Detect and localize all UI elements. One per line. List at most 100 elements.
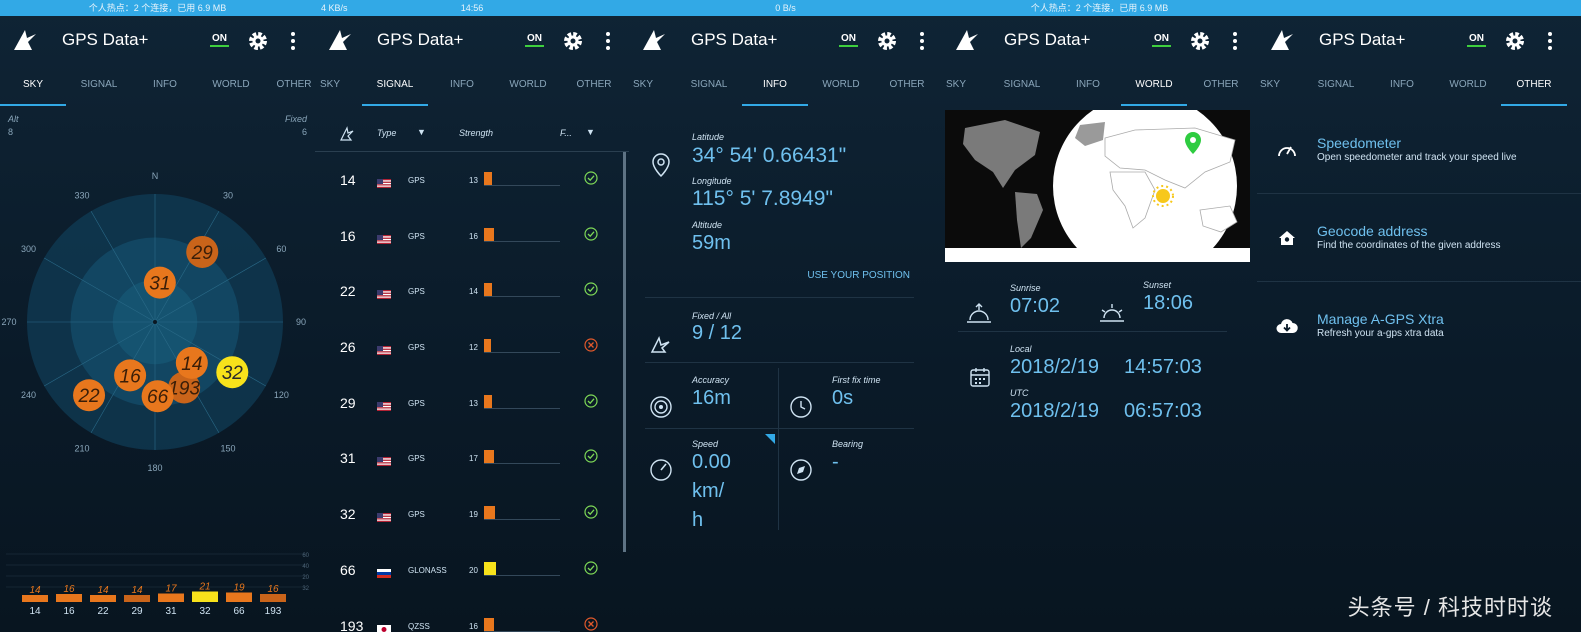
gps-on-toggle[interactable]: ON xyxy=(839,33,858,47)
tab-world[interactable]: WORLD xyxy=(808,64,874,106)
sat-flag xyxy=(377,231,391,249)
signal-row[interactable]: 193 QZSS 16 xyxy=(315,598,621,632)
local-label: Local xyxy=(1010,344,1032,354)
satellite-id: 31 xyxy=(149,274,170,295)
tab-info[interactable]: INFO xyxy=(132,64,198,106)
check-circle-icon xyxy=(584,171,598,185)
sun-icon xyxy=(1156,189,1170,203)
tab-other[interactable]: OTHER xyxy=(264,64,315,106)
sat-fix-status xyxy=(584,394,598,413)
sat-strength-track xyxy=(484,185,560,186)
altitude-label: Altitude xyxy=(692,220,723,230)
gps-on-toggle[interactable]: ON xyxy=(1152,33,1171,47)
overflow-menu-icon[interactable] xyxy=(288,30,298,52)
signal-bar xyxy=(158,593,184,602)
longitude-value: 115° 5' 7.8949" xyxy=(692,187,833,210)
info-panel: 0 B/s GPS Data+ ON SKY SIGNAL INFO WORLD… xyxy=(629,0,942,632)
gear-icon[interactable] xyxy=(1189,30,1211,52)
tab-signal[interactable]: SIGNAL xyxy=(66,64,132,106)
sunset-icon xyxy=(1100,304,1124,322)
tab-world[interactable]: WORLD xyxy=(1435,64,1501,106)
speedometer-item[interactable]: Speedometer Open speedometer and track y… xyxy=(1257,112,1581,194)
tab-bar: SKY SIGNAL INFO WORLD OTHER xyxy=(0,64,315,106)
tab-world[interactable]: WORLD xyxy=(495,64,561,106)
tab-signal[interactable]: SIGNAL xyxy=(676,64,742,106)
sat-id: 31 xyxy=(340,450,356,467)
tab-sky[interactable]: SKY xyxy=(1257,64,1303,106)
tab-world[interactable]: WORLD xyxy=(198,64,264,106)
use-your-position-button[interactable]: USE YOUR POSITION xyxy=(807,270,910,281)
strength-header[interactable]: Strength xyxy=(459,128,493,138)
type-header[interactable]: Type xyxy=(377,128,396,138)
tab-other[interactable]: OTHER xyxy=(1501,64,1567,106)
gear-icon[interactable] xyxy=(876,30,898,52)
overflow-menu-icon[interactable] xyxy=(1230,30,1240,52)
signal-row[interactable]: 29 GPS 13 xyxy=(315,375,621,431)
sat-id: 14 xyxy=(340,172,356,188)
signal-bar xyxy=(22,595,48,602)
sat-strength-value: 19 xyxy=(469,510,478,520)
sat-flag xyxy=(377,509,391,527)
fix-header[interactable]: F... xyxy=(560,128,572,138)
sat-strength-bar xyxy=(484,227,494,241)
gps-on-toggle[interactable]: ON xyxy=(525,33,544,47)
speed-unit: km/ xyxy=(692,480,725,502)
tab-info[interactable]: INFO xyxy=(1055,64,1121,106)
satellite-icon xyxy=(340,126,354,141)
app-bar: GPS Data+ ON xyxy=(0,16,315,64)
azimuth-label: 120 xyxy=(274,390,289,400)
overflow-menu-icon[interactable] xyxy=(917,30,927,52)
world-daylight-map[interactable] xyxy=(945,110,1250,262)
sat-strength-value: 12 xyxy=(469,343,478,353)
signal-row[interactable]: 26 GPS 12 xyxy=(315,319,621,375)
tab-signal[interactable]: SIGNAL xyxy=(1303,64,1369,106)
gps-on-toggle[interactable]: ON xyxy=(210,33,229,47)
sat-flag xyxy=(377,453,391,471)
tab-sky[interactable]: SKY xyxy=(942,64,989,106)
tab-signal[interactable]: SIGNAL xyxy=(362,64,428,106)
gear-icon[interactable] xyxy=(562,30,584,52)
gps-on-toggle[interactable]: ON xyxy=(1467,33,1486,47)
scrollbar[interactable] xyxy=(623,152,626,552)
us-flag-icon xyxy=(377,346,391,356)
type-sort-icon[interactable]: ▼ xyxy=(417,127,426,137)
first-fix-label: First fix time xyxy=(832,375,881,385)
tab-sky[interactable]: SKY xyxy=(0,64,66,106)
tab-sky[interactable]: SKY xyxy=(315,64,363,106)
geocode-address-item[interactable]: Geocode address Find the coordinates of … xyxy=(1257,194,1581,282)
fixed-label: Fixed xyxy=(284,114,307,124)
status-bar: 0 B/s xyxy=(629,0,942,16)
tab-other[interactable]: OTHER xyxy=(1188,64,1254,106)
sat-type: GPS xyxy=(408,176,425,185)
tab-world[interactable]: WORLD xyxy=(1121,64,1187,106)
signal-row[interactable]: 16 GPS 16 xyxy=(315,208,621,264)
sunset-label: Sunset xyxy=(1143,280,1172,290)
tab-info[interactable]: INFO xyxy=(429,64,495,106)
manage-agps-item[interactable]: Manage A-GPS Xtra Refresh your a-gps xtr… xyxy=(1257,282,1581,370)
signal-row[interactable]: 66 GLONASS 20 xyxy=(315,542,621,598)
sat-id: 193 xyxy=(340,617,364,632)
overflow-menu-icon[interactable] xyxy=(1545,30,1555,52)
azimuth-label: 270 xyxy=(1,317,16,327)
tab-info[interactable]: INFO xyxy=(742,64,808,106)
overflow-menu-icon[interactable] xyxy=(603,30,613,52)
azimuth-label: N xyxy=(152,171,159,181)
signal-row[interactable]: 31 GPS 17 xyxy=(315,430,621,486)
map-antarctica xyxy=(945,248,1250,262)
altitude-value: 59m xyxy=(692,232,731,254)
gear-icon[interactable] xyxy=(1504,30,1526,52)
signal-row[interactable]: 32 GPS 19 xyxy=(315,486,621,542)
fix-sort-icon[interactable]: ▼ xyxy=(586,127,595,137)
tab-sky[interactable]: SKY xyxy=(629,64,676,106)
tab-info[interactable]: INFO xyxy=(1369,64,1435,106)
tab-other[interactable]: OTHER xyxy=(874,64,940,106)
world-panel: 个人热点：2 个连接，已用 6.9 MB GPS Data+ ON SKY SI… xyxy=(942,0,1257,632)
tab-signal[interactable]: SIGNAL xyxy=(989,64,1055,106)
sat-strength-track xyxy=(484,240,560,242)
signal-row[interactable]: 14 GPS 13 xyxy=(315,152,621,208)
cross-circle-icon xyxy=(584,616,598,631)
signal-row[interactable]: 22 GPS 14 xyxy=(315,263,621,319)
tab-other[interactable]: OTHER xyxy=(561,64,627,106)
gear-icon[interactable] xyxy=(247,30,269,52)
divider xyxy=(958,331,1227,332)
